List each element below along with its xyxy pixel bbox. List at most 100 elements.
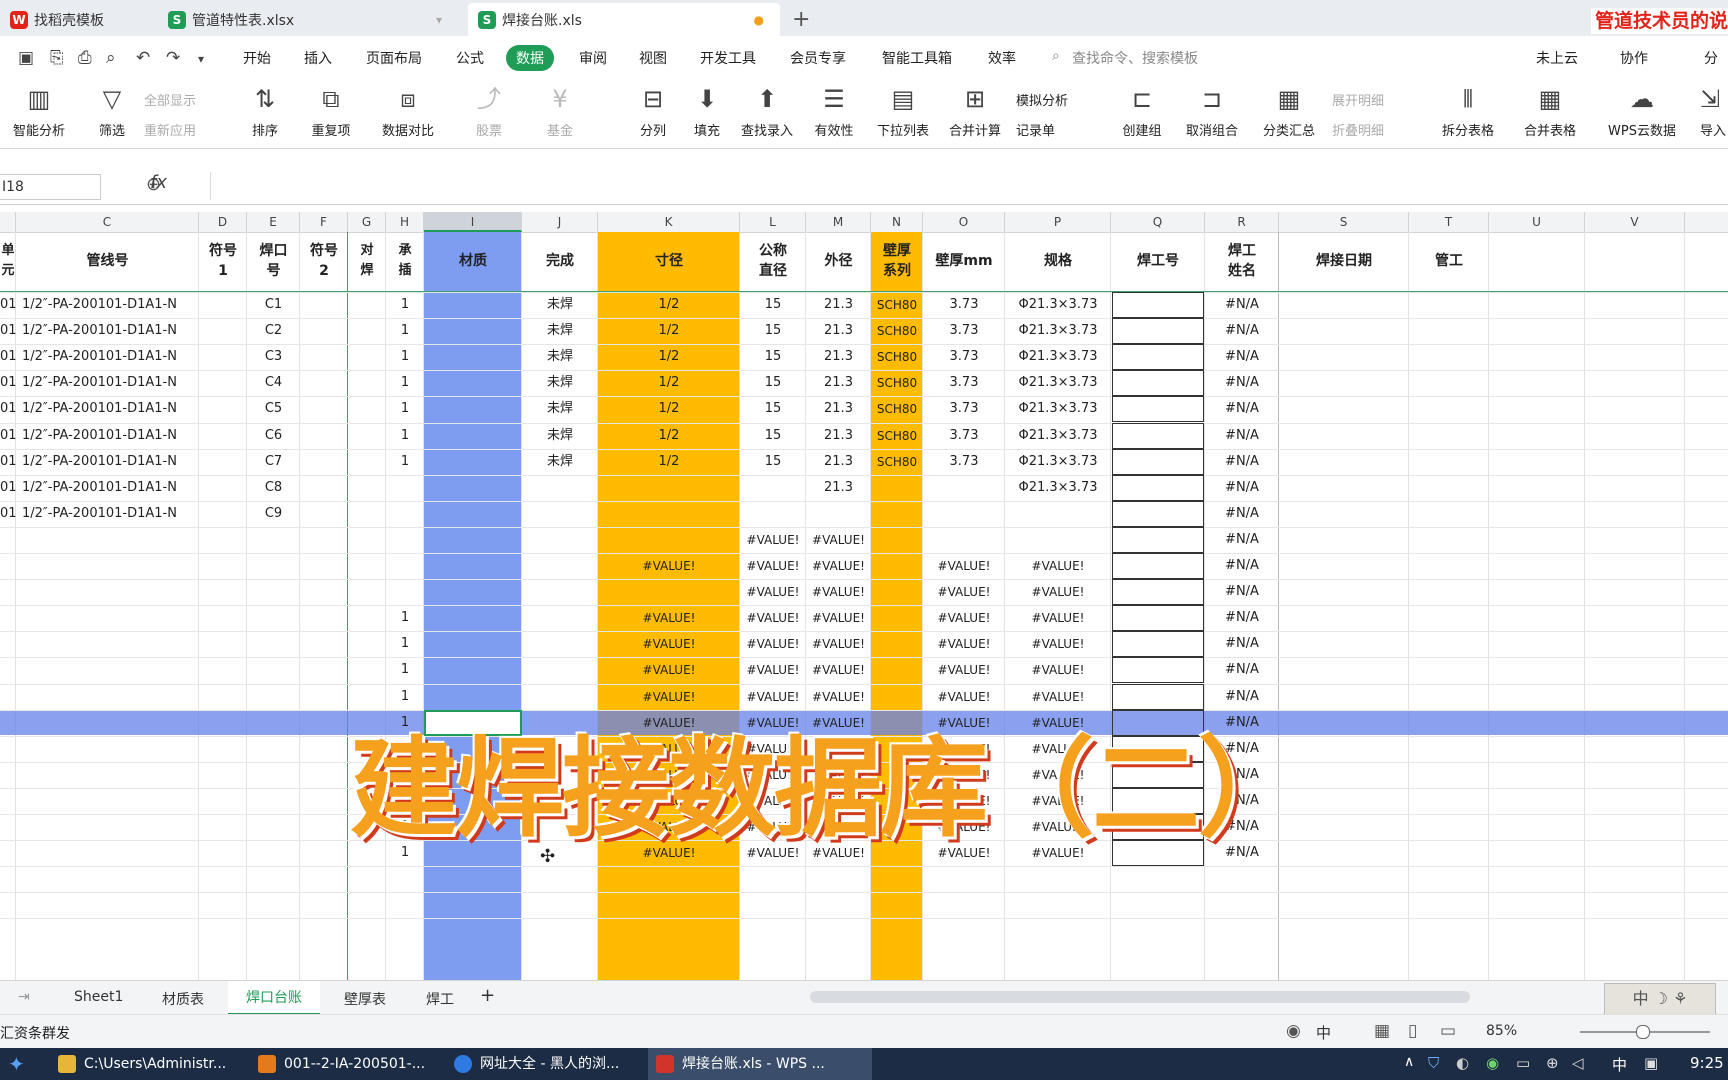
header-cell-n[interactable]: 壁厚 系列 <box>871 232 923 290</box>
sheet-tab-wall-thickness[interactable]: 壁厚表 <box>344 989 386 1009</box>
menu-page-layout[interactable]: 页面布局 <box>366 48 422 68</box>
cell-j-5[interactable]: 未焊 <box>522 396 598 422</box>
fill-button[interactable]: ⬇ 填充 <box>684 84 730 139</box>
cell-o-6[interactable]: 3.73 <box>923 423 1005 449</box>
cell-p-7[interactable]: Φ21.3×3.73 <box>1005 449 1111 475</box>
column-header-h[interactable]: H <box>386 212 424 232</box>
cell-l-5[interactable]: 15 <box>740 396 806 422</box>
cell-h-6[interactable]: 1 <box>386 423 424 449</box>
header-cell-o[interactable]: 壁厚mm <box>923 232 1005 290</box>
cell-c-3[interactable]: 1/2″-PA-200101-D1A1-N <box>16 344 199 370</box>
header-cell-c[interactable]: 管线号 <box>16 232 199 290</box>
cell-c-4[interactable]: 1/2″-PA-200101-D1A1-N <box>16 370 199 396</box>
ungroup-button[interactable]: ⊐ 取消组合 <box>1176 84 1248 139</box>
collaborate-button[interactable]: 协作 <box>1620 48 1648 68</box>
cell-r-7[interactable]: #N/A <box>1205 449 1279 475</box>
cell-p-1[interactable]: Φ21.3×3.73 <box>1005 292 1111 318</box>
cell-c-8[interactable]: 1/2″-PA-200101-D1A1-N <box>16 475 199 501</box>
export-icon[interactable]: ⎘ <box>50 48 64 68</box>
column-header-d[interactable]: D <box>199 212 247 232</box>
cell-b-6[interactable]: 01 <box>0 423 16 449</box>
zoom-level[interactable]: 85% <box>1486 1023 1517 1039</box>
header-cell-p[interactable]: 规格 <box>1005 232 1111 290</box>
menu-home[interactable]: 开始 <box>243 48 271 68</box>
cell-l-10[interactable]: #VALUE! <box>740 527 806 553</box>
header-cell-t[interactable]: 管工 <box>1409 232 1489 290</box>
cell-n-1[interactable]: SCH80 <box>871 292 923 318</box>
cell-c-7[interactable]: 1/2″-PA-200101-D1A1-N <box>16 449 199 475</box>
cell-h-7[interactable]: 1 <box>386 449 424 475</box>
cell-c-5[interactable]: 1/2″-PA-200101-D1A1-N <box>16 396 199 422</box>
header-cell-g[interactable]: 对 焊 <box>348 232 386 290</box>
cell-k-5[interactable]: 1/2 <box>598 396 740 422</box>
dropdown-list-button[interactable]: ▤ 下拉列表 <box>872 84 934 139</box>
cell-n-4[interactable]: SCH80 <box>871 370 923 396</box>
cell-j-6[interactable]: 未焊 <box>522 423 598 449</box>
cell-k-2[interactable]: 1/2 <box>598 318 740 344</box>
cell-r-14[interactable]: #N/A <box>1205 631 1279 657</box>
create-group-button[interactable]: ⊏ 创建组 <box>1118 84 1166 139</box>
header-cell-j[interactable]: 完成 <box>522 232 598 290</box>
cell-m-8[interactable]: 21.3 <box>806 475 871 501</box>
header-cell-e[interactable]: 焊口 号 <box>247 232 300 290</box>
welder-id-cell[interactable] <box>1112 631 1204 658</box>
taskbar-pdf[interactable]: 001--2-IA-200501-... <box>250 1048 460 1080</box>
expand-detail-button[interactable]: 展开明细 <box>1332 90 1384 109</box>
welder-id-cell[interactable] <box>1112 500 1204 527</box>
tray-globe-icon[interactable]: ⊕ <box>1546 1054 1559 1072</box>
cell-l-6[interactable]: 15 <box>740 423 806 449</box>
undo-icon[interactable]: ↶ <box>136 48 150 68</box>
cell-o-3[interactable]: 3.73 <box>923 344 1005 370</box>
tray-network-icon[interactable]: ◐ <box>1456 1054 1469 1072</box>
cell-p-11[interactable]: #VALUE! <box>1005 553 1111 579</box>
horizontal-scrollbar[interactable] <box>810 991 1470 1003</box>
cell-o-2[interactable]: 3.73 <box>923 318 1005 344</box>
header-cell-f[interactable]: 符号 2 <box>300 232 348 290</box>
spreadsheet-grid[interactable]: CDEFGHIJKLMNOPQRSTUV 单 元管线号 符号 1 焊口 号符号 2对… <box>0 212 1728 994</box>
chevron-down-icon[interactable]: ▾ <box>436 13 442 27</box>
preview-icon[interactable]: ⌕ <box>106 48 116 68</box>
cell-h-5[interactable]: 1 <box>386 396 424 422</box>
header-cell-d[interactable]: 符号 1 <box>199 232 247 290</box>
column-header-k[interactable]: K <box>598 212 740 232</box>
merge-calc-button[interactable]: ⊞ 合并计算 <box>944 84 1006 139</box>
cell-m-14[interactable]: #VALUE! <box>806 631 871 657</box>
column-header-e[interactable]: E <box>247 212 300 232</box>
welder-id-cell[interactable] <box>1112 396 1204 423</box>
cell-l-4[interactable]: 15 <box>740 370 806 396</box>
tray-chevron-up-icon[interactable]: ∧ <box>1404 1054 1414 1070</box>
tray-app-icon[interactable]: ◉ <box>1486 1054 1499 1072</box>
stock-button[interactable]: ⤴ 股票 <box>456 84 522 139</box>
save-icon[interactable]: ▣ <box>18 48 34 68</box>
cell-b-1[interactable]: 01 <box>0 292 16 318</box>
cell-e-2[interactable]: C2 <box>247 318 300 344</box>
cell-h-15[interactable]: 1 <box>386 657 424 683</box>
cell-j-4[interactable]: 未焊 <box>522 370 598 396</box>
taskbar-browser[interactable]: 网址大全 - 黑人的浏... <box>446 1048 660 1080</box>
cell-h-1[interactable]: 1 <box>386 292 424 318</box>
cell-e-8[interactable]: C8 <box>247 475 300 501</box>
cell-h-14[interactable]: 1 <box>386 631 424 657</box>
cell-r-11[interactable]: #N/A <box>1205 553 1279 579</box>
column-header-f[interactable]: F <box>300 212 348 232</box>
tray-shield-icon[interactable]: ⛉ <box>1428 1054 1439 1072</box>
cell-j-3[interactable]: 未焊 <box>522 344 598 370</box>
cell-k-13[interactable]: #VALUE! <box>598 605 740 631</box>
cell-k-4[interactable]: 1/2 <box>598 370 740 396</box>
column-header-u[interactable]: U <box>1489 212 1585 232</box>
reapply-button[interactable]: 重新应用 <box>144 120 196 139</box>
page-break-view-icon[interactable]: ▭ <box>1440 1021 1456 1041</box>
cell-h-3[interactable]: 1 <box>386 344 424 370</box>
show-all-button[interactable]: 全部显示 <box>144 90 196 109</box>
menu-member[interactable]: 会员专享 <box>790 48 846 68</box>
cell-k-1[interactable]: 1/2 <box>598 292 740 318</box>
welder-id-cell[interactable] <box>1112 553 1204 580</box>
collapse-detail-button[interactable]: 折叠明细 <box>1332 120 1384 139</box>
cell-m-12[interactable]: #VALUE! <box>806 579 871 605</box>
fx-icon[interactable]: fx <box>150 172 167 193</box>
column-header-r[interactable]: R <box>1205 212 1279 232</box>
cell-k-6[interactable]: 1/2 <box>598 423 740 449</box>
cell-b-3[interactable]: 01 <box>0 344 16 370</box>
cloud-status[interactable]: 未上云 <box>1536 48 1578 68</box>
welder-id-cell[interactable] <box>1112 448 1204 475</box>
